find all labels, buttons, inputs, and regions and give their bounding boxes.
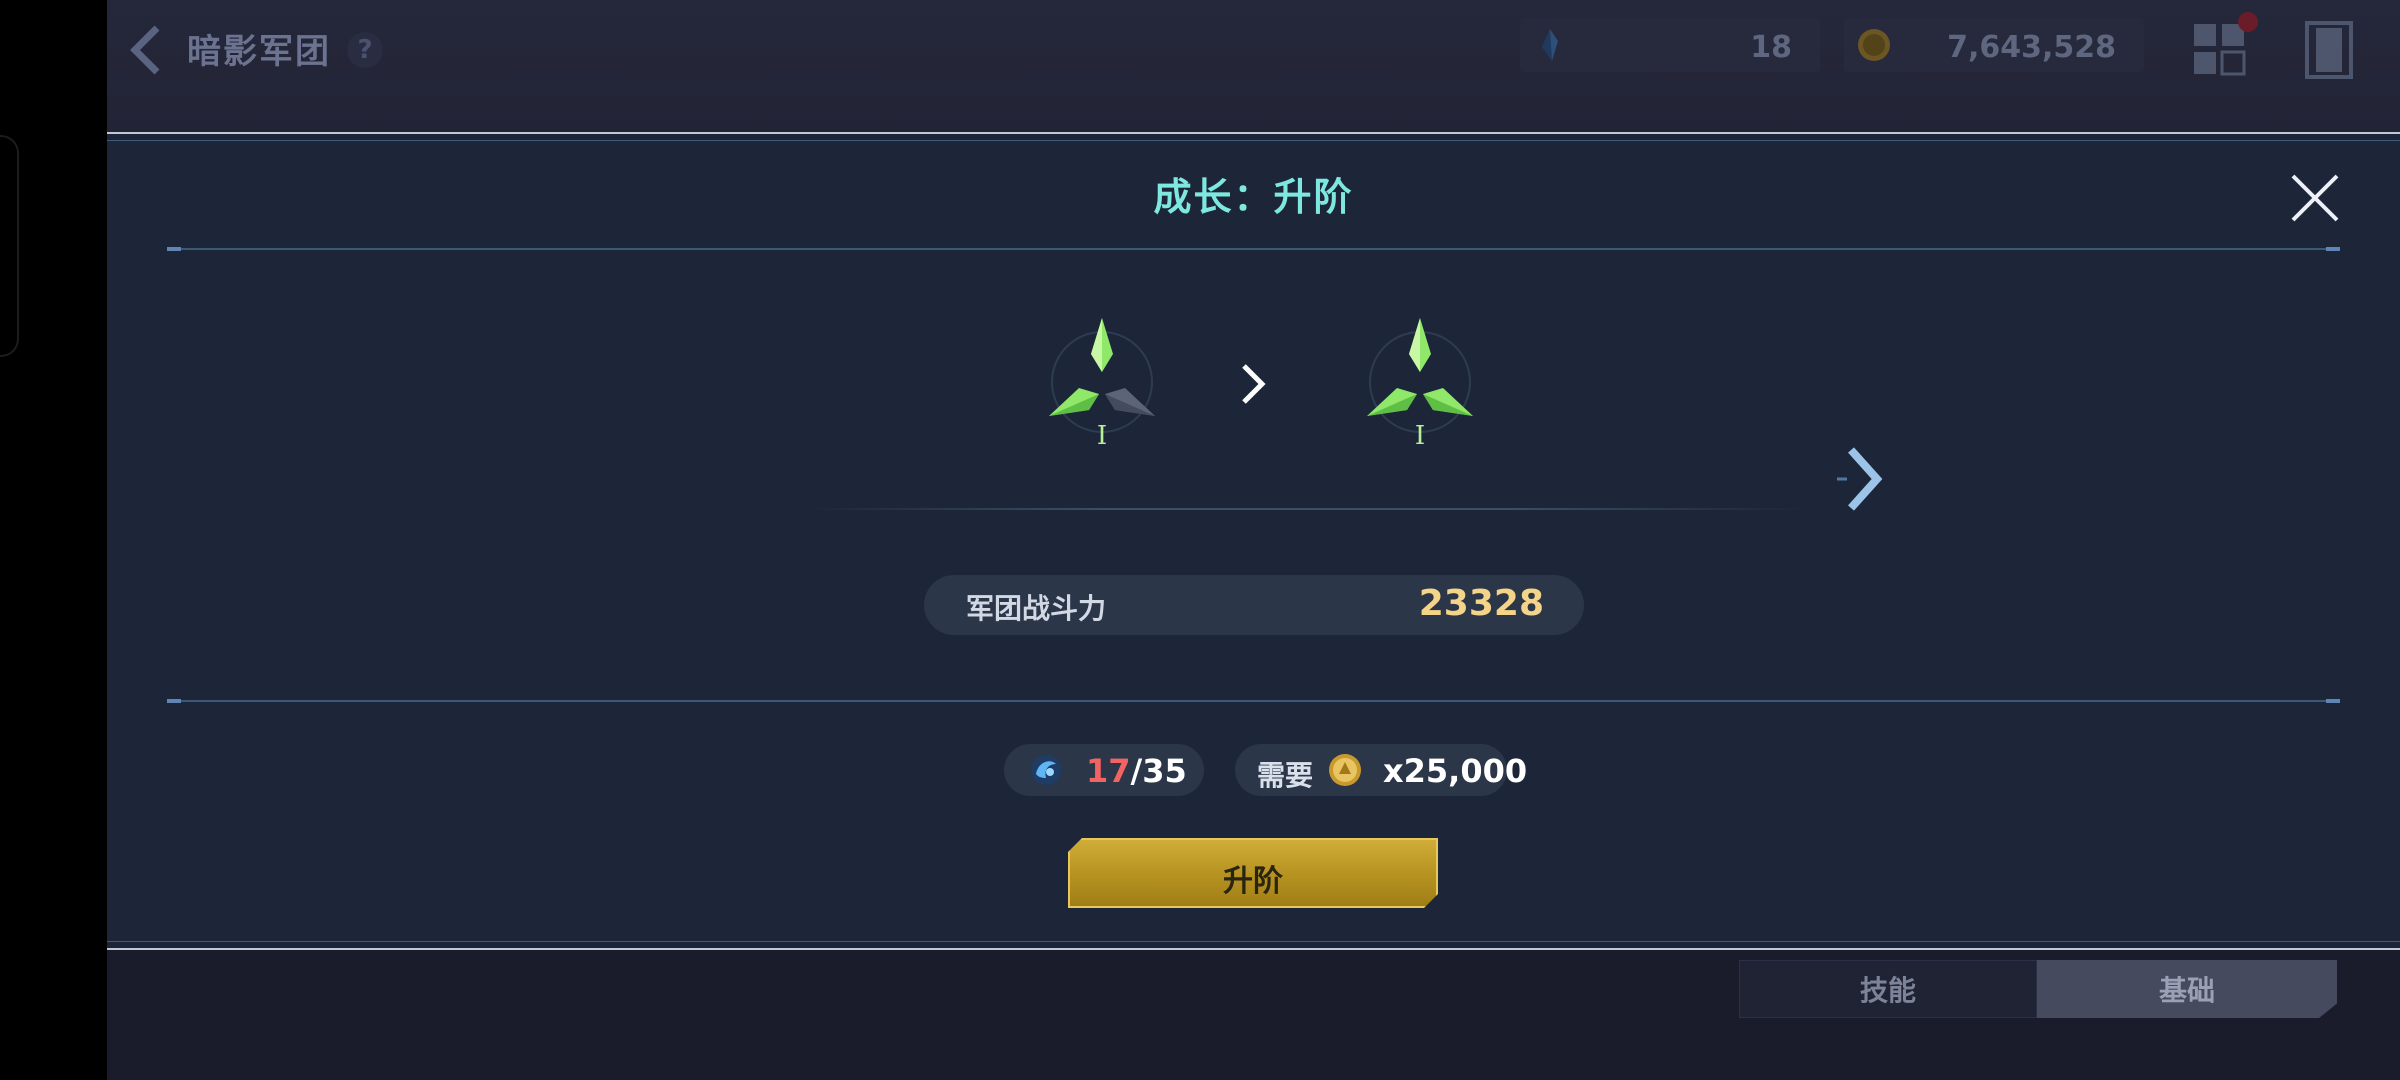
- gold-coin-icon: [1858, 29, 1890, 61]
- soul-stone-icon: [1031, 755, 1061, 785]
- back-arrow-icon: [130, 25, 160, 75]
- soul-stone-counter: 17/35: [1004, 744, 1204, 796]
- help-icon[interactable]: ?: [347, 32, 383, 68]
- rank-numeral: I: [1097, 421, 1107, 451]
- power-value: 23328: [1418, 583, 1544, 624]
- upgrade-dialog: 成长：升阶 I I 军团战斗力 23328 17/35 需要 x25,000 升…: [107, 132, 2400, 950]
- bottom-separator: [167, 700, 2340, 702]
- screen-notch: [0, 135, 19, 357]
- gold-counter[interactable]: 7,643,528: [1844, 18, 2144, 72]
- gold-cost: 需要 x25,000: [1235, 744, 1527, 796]
- top-bar: 暗影军团 ? 18 7,643,528: [107, 0, 2400, 100]
- notification-badge: [2238, 12, 2258, 32]
- gold-coin-icon: [1329, 754, 1361, 786]
- page-title: 暗影军团: [187, 32, 331, 72]
- cost-label: 需要: [1257, 759, 1314, 792]
- soul-stone-current: 17: [1086, 752, 1131, 790]
- rank-emblem-icon: I: [1049, 318, 1155, 451]
- upgrade-button-label: 升阶: [1223, 864, 1283, 899]
- tab-skill[interactable]: 技能: [1739, 960, 2037, 1018]
- separator-cap: [167, 699, 181, 703]
- top-separator: [167, 248, 2340, 250]
- rank-numeral: I: [1415, 421, 1425, 451]
- bottom-tabs: 技能 基础: [1739, 960, 2339, 1018]
- legion-power-bar: 军团战斗力 23328: [924, 575, 1584, 635]
- separator-cap: [2326, 699, 2340, 703]
- rank-emblem-next: I: [1355, 314, 1485, 454]
- upgrade-button[interactable]: 升阶: [1068, 838, 1438, 908]
- exit-door-icon[interactable]: [2304, 20, 2354, 80]
- soul-stone-amount: 17/35: [1086, 752, 1187, 790]
- separator-cap: [167, 247, 181, 251]
- crystal-icon: [1542, 29, 1558, 61]
- grid-menu-icon[interactable]: [2192, 22, 2248, 78]
- cost-value: x25,000: [1383, 752, 1528, 790]
- chevron-right-icon: [1837, 447, 1883, 511]
- tab-basic[interactable]: 基础: [2037, 960, 2337, 1018]
- crystal-counter[interactable]: 18: [1520, 18, 1820, 72]
- power-label: 军团战斗力: [966, 592, 1107, 625]
- close-button[interactable]: [2287, 170, 2343, 226]
- separator-cap: [2326, 247, 2340, 251]
- emblem-divider: [807, 508, 1807, 510]
- crystal-value: 18: [1750, 30, 1792, 65]
- soul-stone-separator: /: [1130, 752, 1143, 790]
- dialog-title: 成长：升阶: [1153, 175, 1354, 219]
- gold-value: 7,643,528: [1947, 30, 2116, 65]
- close-icon: [2291, 174, 2339, 222]
- rank-emblem-icon: I: [1367, 318, 1473, 451]
- rank-emblem-current: I: [1037, 314, 1167, 454]
- back-button[interactable]: [127, 22, 167, 78]
- soul-stone-required: 35: [1142, 752, 1187, 790]
- chevron-right-icon: [1242, 364, 1266, 404]
